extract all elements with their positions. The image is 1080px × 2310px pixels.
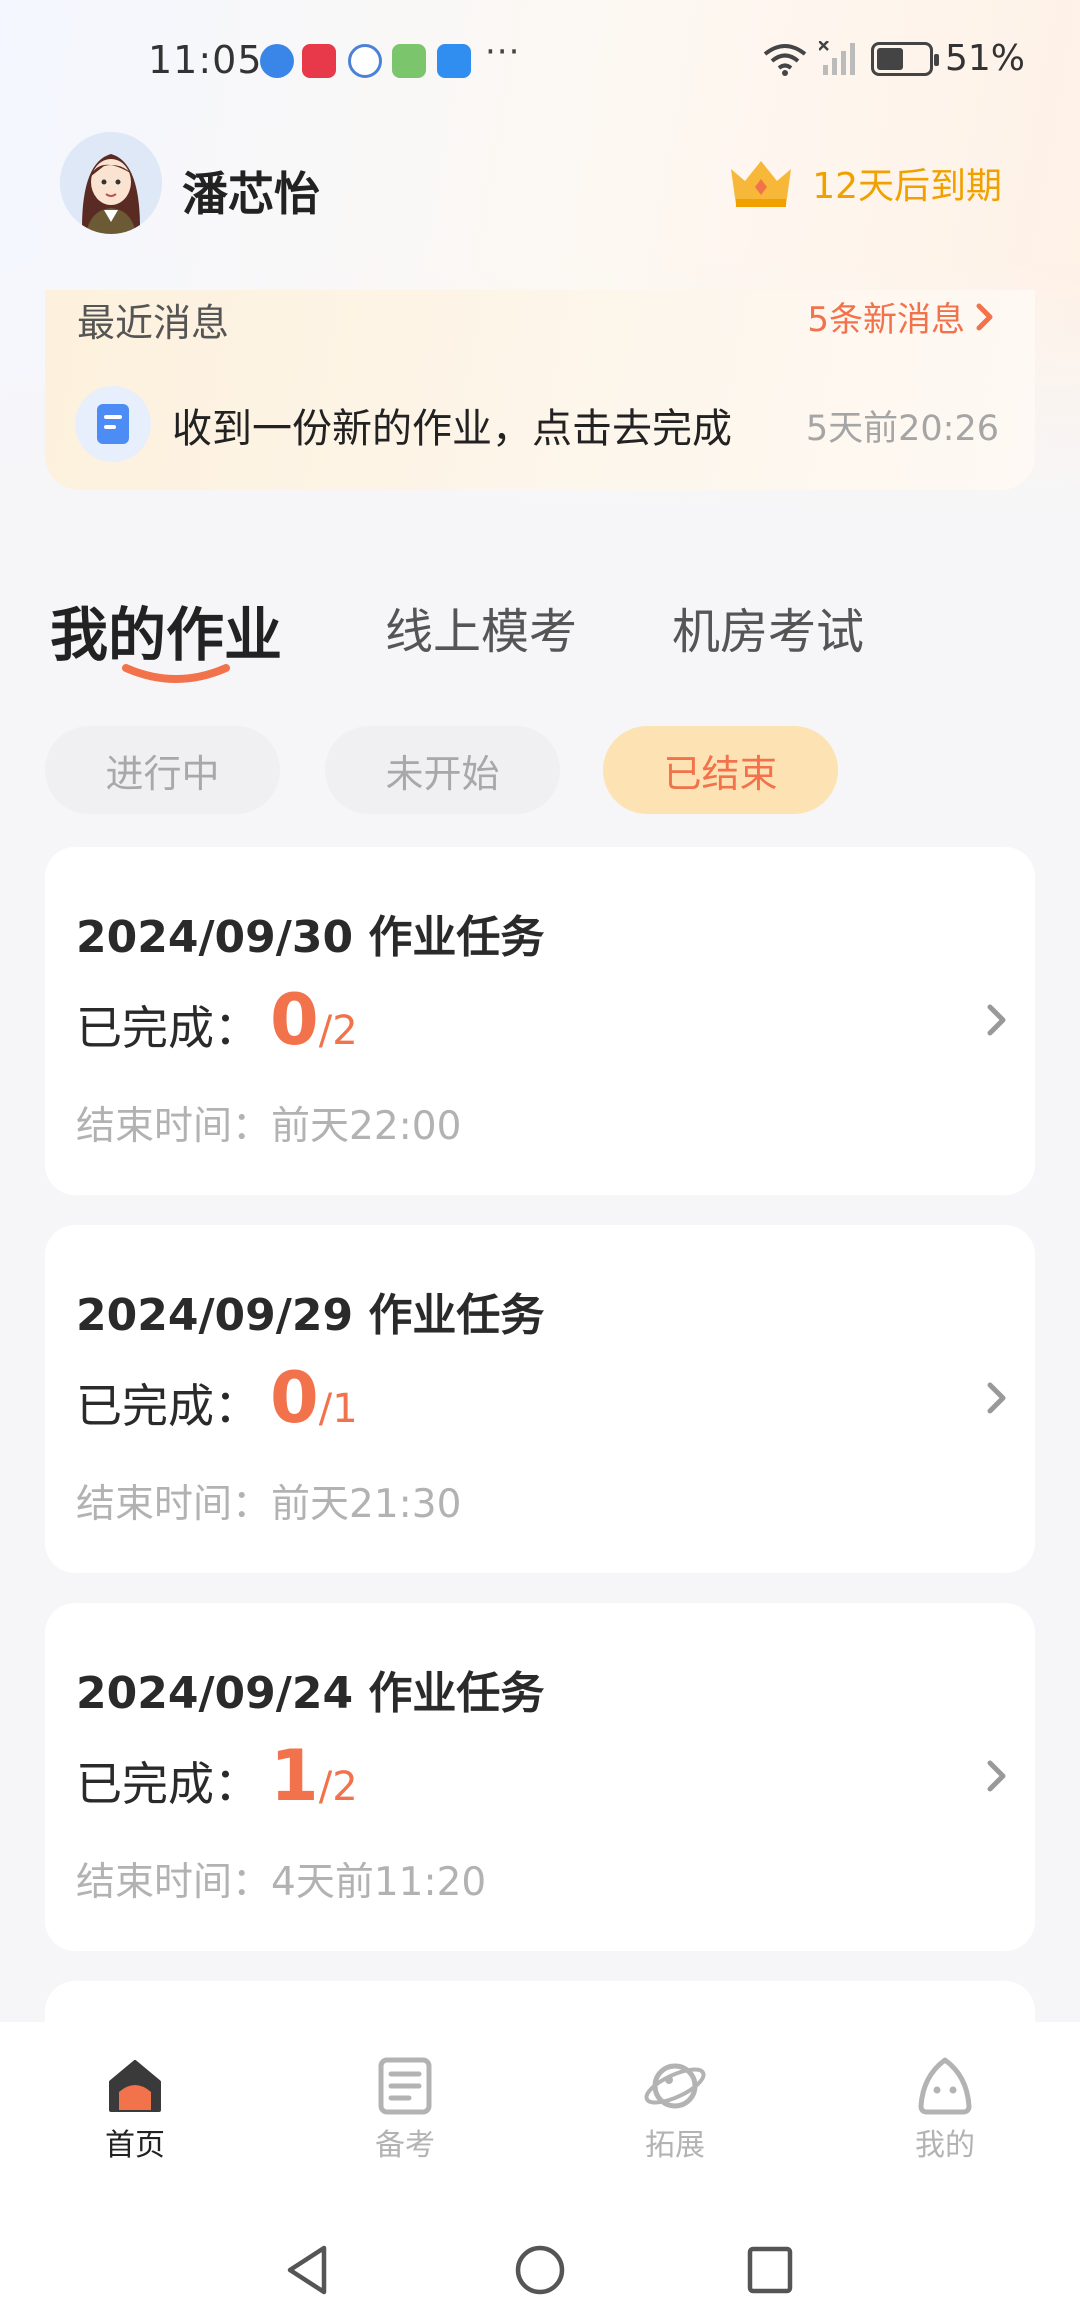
latest-message-text[interactable]: 收到一份新的作业，点击去完成: [172, 396, 732, 454]
progress-label: 已完成：: [76, 1001, 260, 1055]
task-progress: 已完成： 0 /2: [76, 985, 358, 1058]
filter-ended[interactable]: 已结束: [603, 726, 838, 814]
wifi-icon: [763, 43, 807, 76]
completed-count: 0: [270, 1357, 319, 1439]
vip-expiry-text: 12天后到期: [812, 166, 1002, 207]
store-app-icon: [302, 44, 336, 78]
crown-icon: [731, 161, 792, 207]
vip-badge[interactable]: 12天后到期: [728, 155, 1002, 211]
task-card[interactable]: 2024/09/29 作业任务 已完成： 0 /1 结束时间：前天21:30: [45, 1225, 1035, 1573]
task-progress: 已完成： 0 /1: [76, 1363, 358, 1436]
completed-count: 0: [270, 979, 319, 1061]
tab-computer-room-exam[interactable]: 机房考试: [672, 592, 864, 662]
bottom-nav: 首页 备考 拓展 我的: [0, 2022, 1080, 2310]
nav-expand[interactable]: 拓展: [595, 2056, 755, 2164]
planet-icon: [644, 2063, 706, 2109]
recents-icon[interactable]: [745, 2242, 795, 2298]
nav-profile[interactable]: 我的: [865, 2056, 1025, 2164]
task-title: 2024/09/24 作业任务: [76, 1668, 545, 1719]
latest-message-time: 5天前20:26: [805, 409, 999, 449]
status-bar: 11:05 ··· 51%: [0, 0, 1080, 125]
completed-count: 1: [270, 1735, 319, 1817]
total-count: /2: [318, 1764, 358, 1810]
end-time: 结束时间：前天21:30: [76, 1482, 462, 1527]
chevron-right-icon: [976, 303, 993, 330]
progress-label: 已完成：: [76, 1379, 260, 1433]
task-title: 2024/09/30 作业任务: [76, 912, 545, 963]
end-time: 结束时间：前天22:00: [76, 1104, 462, 1149]
nav-exam-prep-label: 备考: [375, 2128, 435, 2163]
battery-percent: 51%: [944, 38, 1025, 79]
notebook-icon: [378, 2057, 432, 2115]
nav-exam-prep[interactable]: 备考: [325, 2056, 485, 2164]
chevron-right-icon: [987, 1004, 1006, 1036]
ifly-app-icon: [348, 44, 382, 78]
home-circle-icon[interactable]: [513, 2242, 567, 2298]
game-app-icon: [392, 44, 426, 78]
nav-expand-label: 拓展: [645, 2128, 705, 2163]
user-name[interactable]: 潘芯怡: [182, 158, 320, 224]
recent-messages-card[interactable]: 最近消息 5条新消息 收到一份新的作业，点击去完成 5天前20:26: [45, 290, 1035, 490]
end-time: 结束时间：4天前11:20: [76, 1860, 487, 1905]
total-count: /2: [318, 1008, 358, 1054]
back-icon[interactable]: [282, 2242, 332, 2298]
chevron-right-icon: [987, 1760, 1006, 1792]
home-icon: [109, 2060, 161, 2112]
task-card[interactable]: 2024/09/30 作业任务 已完成： 0 /2 结束时间：前天22:00: [45, 847, 1035, 1195]
tab-online-mock-exam[interactable]: 线上模考: [385, 592, 577, 662]
filter-not-started[interactable]: 未开始: [325, 726, 560, 814]
total-count: /1: [318, 1386, 358, 1432]
task-progress: 已完成： 1 /2: [76, 1741, 358, 1814]
progress-label: 已完成：: [76, 1757, 260, 1811]
avatar-illustration: [60, 132, 162, 234]
avatar[interactable]: [60, 132, 162, 234]
more-notifications-icon: ···: [485, 32, 521, 72]
new-messages-count: 5条新消息: [807, 300, 965, 340]
nav-home[interactable]: 首页: [55, 2056, 215, 2164]
weather-app-icon: [437, 44, 471, 78]
profile-icon: [918, 2057, 972, 2115]
messages-title: 最近消息: [77, 301, 230, 345]
chevron-right-icon: [987, 1382, 1006, 1414]
active-tab-indicator: [122, 664, 230, 683]
new-messages-link[interactable]: 5条新消息: [807, 292, 995, 341]
battery-icon: [870, 41, 939, 76]
message-document-icon: [75, 386, 151, 462]
task-card[interactable]: 2024/09/24 作业任务 已完成： 1 /2 结束时间：4天前11:20: [45, 1603, 1035, 1951]
filter-in-progress[interactable]: 进行中: [45, 726, 280, 814]
signal-icon: [818, 40, 855, 75]
browser-app-icon: [260, 44, 294, 78]
status-time: 11:05: [148, 38, 263, 82]
nav-profile-label: 我的: [915, 2128, 975, 2163]
nav-home-label: 首页: [105, 2128, 165, 2163]
task-title: 2024/09/29 作业任务: [76, 1290, 545, 1341]
